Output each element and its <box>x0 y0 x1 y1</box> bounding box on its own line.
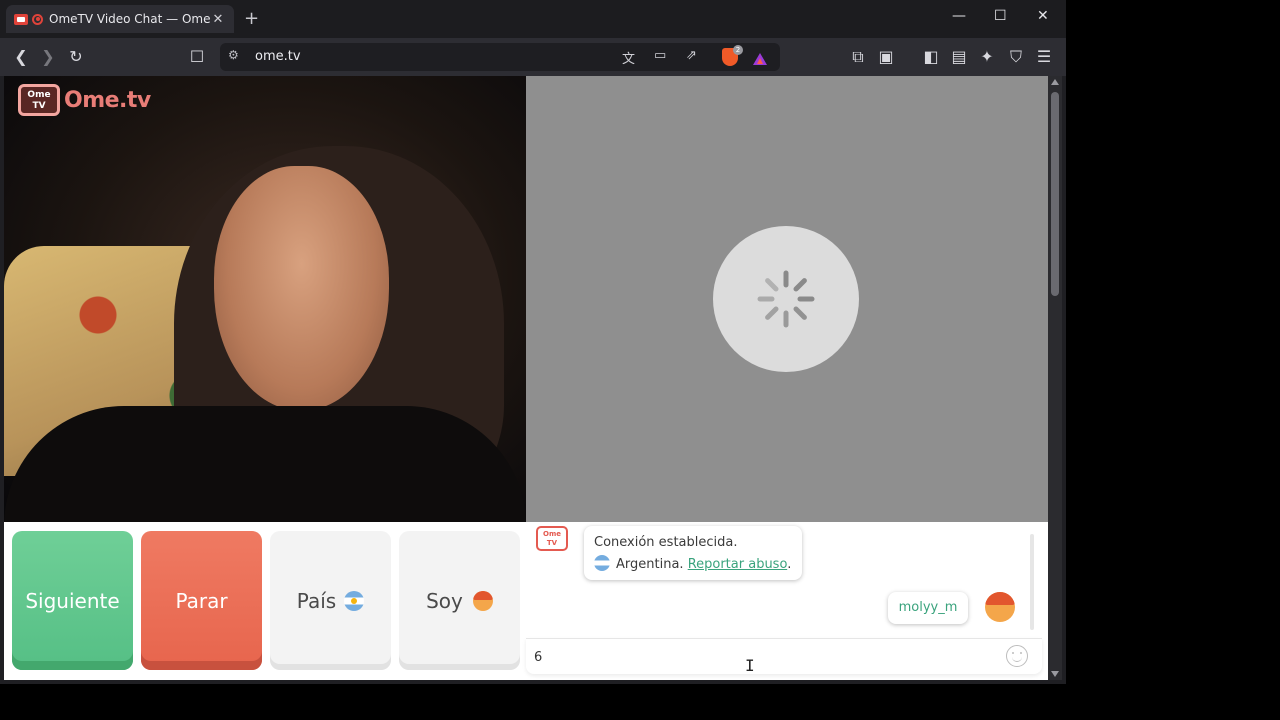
partner-avatar <box>985 592 1015 622</box>
scroll-up-arrow-icon[interactable] <box>1051 79 1059 85</box>
stop-button[interactable]: Parar <box>141 531 262 670</box>
menu-icon[interactable]: ☰ <box>1033 46 1055 68</box>
back-icon[interactable]: ❮ <box>10 46 32 68</box>
page-scrollbar[interactable] <box>1048 76 1062 680</box>
scrollbar-thumb[interactable] <box>1051 92 1059 296</box>
chat-message-input[interactable] <box>534 645 994 669</box>
country-button-label: País <box>296 588 337 613</box>
stop-button-label: Parar <box>175 588 228 613</box>
ometv-page: Ome TV Ome.tv Siguiente Parar País Soy O… <box>4 76 1048 680</box>
person-body <box>4 406 526 522</box>
recording-indicator-icon <box>32 13 43 25</box>
tv-favicon-icon <box>14 13 28 25</box>
bookmark-icon[interactable]: ☐ <box>186 46 208 68</box>
new-tab-button[interactable]: + <box>244 8 259 29</box>
text-chat: Ome TV Conexión establecida. Argentina. … <box>526 522 1048 680</box>
tab-close-icon[interactable]: ✕ <box>210 12 226 27</box>
browser-toolbar: ❮ ❯ ↻ ☐ ⚙ ome.tv 文 ▭ ⇗ 2 ⧉ ▣ ◧ ▤ ✦ ⛉ ☰ <box>0 38 1066 76</box>
vpn-icon[interactable]: ⛉ <box>1005 46 1027 68</box>
brave-rewards-icon[interactable] <box>753 53 767 65</box>
cast-icon[interactable]: ▭ <box>654 48 666 63</box>
partner-username[interactable]: molyy_m <box>888 592 968 624</box>
loading-spinner-icon <box>757 270 815 328</box>
sidebar-icon[interactable]: ◧ <box>920 46 942 68</box>
country-button[interactable]: País <box>270 531 391 670</box>
next-button[interactable]: Siguiente <box>12 531 133 670</box>
browser-window: OmeTV Video Chat — Omegl ✕ + — ☐ ✕ ❮ ❯ ↻… <box>0 0 1066 684</box>
scroll-down-arrow-icon[interactable] <box>1051 671 1059 677</box>
ometv-chat-logo-icon: Ome TV <box>536 526 568 551</box>
extensions-icon[interactable]: ⧉ <box>847 46 869 68</box>
forward-icon[interactable]: ❯ <box>37 46 59 68</box>
chat-scrollbar[interactable] <box>1030 534 1034 630</box>
gender-button-label: Soy <box>426 588 463 613</box>
report-suffix: . <box>787 557 792 572</box>
share-icon[interactable]: ⇗ <box>686 48 697 63</box>
close-window-button[interactable]: ✕ <box>1037 8 1049 24</box>
maximize-button[interactable]: ☐ <box>994 8 1007 24</box>
connection-status: Conexión establecida. <box>594 535 738 550</box>
boy-avatar-icon <box>472 590 493 611</box>
url-text: ome.tv <box>255 49 301 64</box>
shields-count-badge: 2 <box>733 45 743 55</box>
chat-controls: Siguiente Parar País Soy <box>4 522 526 680</box>
site-settings-icon[interactable]: ⚙ <box>228 48 239 62</box>
partner-country: Argentina. <box>616 557 684 572</box>
tab-title: OmeTV Video Chat — Omegl <box>49 12 210 26</box>
text-cursor-icon: I <box>745 656 755 675</box>
address-bar[interactable]: ⚙ ome.tv 文 ▭ ⇗ 2 <box>220 43 780 71</box>
partner-video <box>526 76 1048 522</box>
tv-logo-icon: Ome TV <box>18 84 60 116</box>
argentina-flag-icon <box>594 555 610 571</box>
person-face <box>214 166 389 411</box>
gender-button[interactable]: Soy <box>399 531 520 670</box>
logo-wordmark: Ome.tv <box>64 87 151 113</box>
report-abuse-link[interactable]: Reportar abuso <box>688 557 788 572</box>
ometv-logo[interactable]: Ome TV Ome.tv <box>18 84 151 116</box>
loading-spinner <box>713 226 859 372</box>
minimize-button[interactable]: — <box>952 8 966 24</box>
system-message: Conexión establecida. Argentina. Reporta… <box>584 526 802 580</box>
self-video: Ome TV Ome.tv <box>4 76 526 522</box>
argentina-flag-icon <box>344 590 365 611</box>
next-button-label: Siguiente <box>25 588 120 613</box>
translate-icon[interactable]: 文 <box>622 48 635 67</box>
reader-icon[interactable]: ▣ <box>875 46 897 68</box>
leo-icon[interactable]: ✦ <box>976 46 998 68</box>
emoji-icon[interactable] <box>1006 645 1028 667</box>
tab-ometv[interactable]: OmeTV Video Chat — Omegl ✕ <box>6 5 234 33</box>
wallet-icon[interactable]: ▤ <box>948 46 970 68</box>
tab-strip: OmeTV Video Chat — Omegl ✕ + — ☐ ✕ <box>0 0 1066 38</box>
chat-input-row <box>526 638 1042 674</box>
reload-icon[interactable]: ↻ <box>65 46 87 68</box>
